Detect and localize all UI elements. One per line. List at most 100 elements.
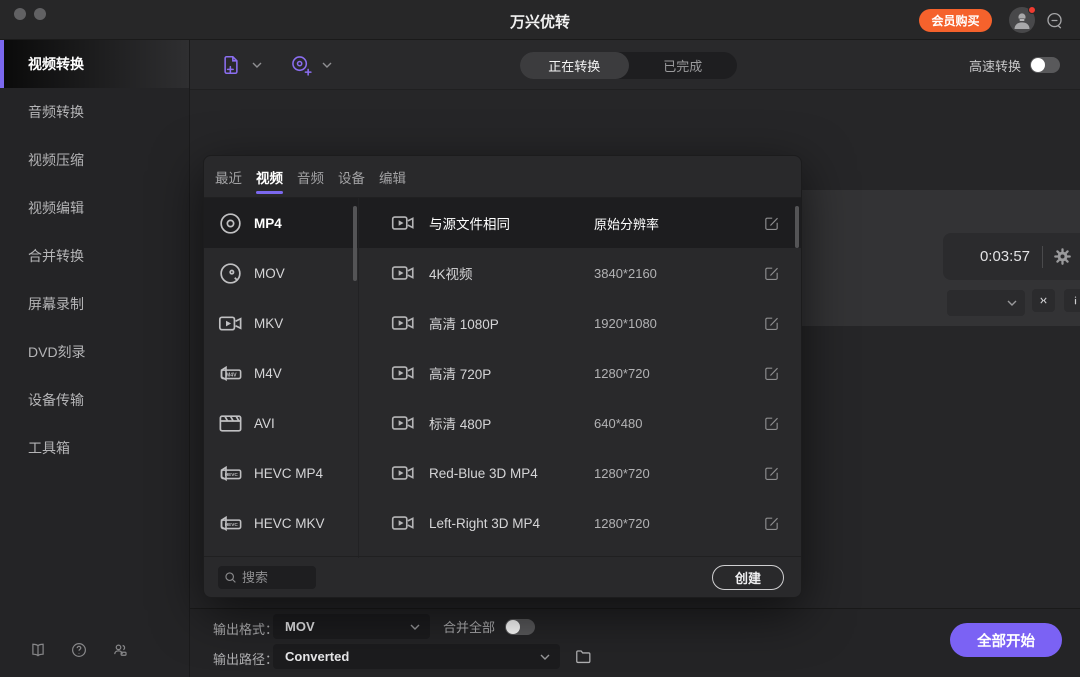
preset-item[interactable]: Red-Blue 3D MP4 1280*720	[359, 448, 801, 498]
preset-list-scrollbar[interactable]	[795, 206, 799, 248]
popup-tabs: 最近 视频 音频 设备 编辑	[204, 156, 801, 198]
edit-icon[interactable]	[763, 415, 780, 432]
community-icon[interactable]	[111, 641, 129, 659]
account-avatar[interactable]	[1009, 6, 1036, 33]
help-icon[interactable]	[70, 641, 88, 659]
format-label: HEVC MKV	[254, 515, 325, 531]
popup-tab-audio[interactable]: 音频	[297, 155, 324, 199]
add-disc-dropdown-chevron-icon[interactable]	[322, 62, 332, 68]
output-format-select[interactable]: MOV	[273, 614, 430, 639]
svg-text:HEVC: HEVC	[225, 472, 239, 478]
sidebar-item-dvd-burn[interactable]: DVD刻录	[0, 328, 189, 376]
open-folder-icon[interactable]	[574, 647, 593, 666]
format-item-mkv[interactable]: MKV	[204, 298, 358, 348]
add-disc-icon[interactable]	[290, 54, 312, 76]
format-item-mov[interactable]: MOV	[204, 248, 358, 298]
sidebar-item-video-edit[interactable]: 视频编辑	[0, 184, 189, 232]
edit-icon[interactable]	[763, 365, 780, 382]
format-label: MKV	[254, 315, 284, 331]
hevc-badge-icon: HEVC	[217, 510, 244, 537]
format-label: AVI	[254, 415, 275, 431]
target-format-dropdown[interactable]	[947, 290, 1025, 316]
format-label: M4V	[254, 365, 282, 381]
search-icon	[225, 572, 236, 583]
sidebar-footer	[0, 641, 190, 659]
edit-icon[interactable]	[763, 515, 780, 532]
popup-tab-video[interactable]: 视频	[256, 155, 283, 199]
guide-book-icon[interactable]	[29, 641, 47, 659]
preset-item[interactable]: 高清 1080P 1920*1080	[359, 298, 801, 348]
format-item-mp4[interactable]: MP4	[204, 198, 358, 248]
toggle-knob	[506, 619, 521, 634]
sidebar-item-label: 音频转换	[28, 104, 84, 120]
merge-all-toggle[interactable]	[505, 618, 536, 635]
format-item-hevc-mp4[interactable]: HEVC HEVC MP4	[204, 448, 358, 498]
membership-buy-button[interactable]: 会员购买	[919, 9, 992, 32]
preset-name: 标清 480P	[429, 417, 492, 432]
edit-icon[interactable]	[763, 465, 780, 482]
tab-converting[interactable]: 正在转换	[520, 52, 629, 79]
preset-name: 高清 720P	[429, 367, 492, 382]
preset-item[interactable]: 高清 720P 1280*720	[359, 348, 801, 398]
output-path-value: Converted	[285, 649, 350, 664]
sidebar-item-label: 设备传输	[28, 392, 84, 408]
hevc-badge-icon: HEVC	[217, 460, 244, 487]
message-icon[interactable]	[1045, 11, 1064, 30]
trim-button[interactable]	[1032, 289, 1055, 312]
highspeed-toggle[interactable]	[1030, 57, 1060, 73]
sidebar-item-video-compress[interactable]: 视频压缩	[0, 136, 189, 184]
preset-resolution: 1280*720	[594, 515, 650, 531]
sidebar-item-video-convert[interactable]: 视频转换	[0, 40, 189, 88]
info-button[interactable]	[1064, 289, 1080, 312]
video-camera-icon	[390, 360, 416, 386]
disc-dot-icon	[217, 260, 244, 287]
popup-tab-recent[interactable]: 最近	[215, 155, 242, 199]
preset-item[interactable]: 标清 480P 640*480	[359, 398, 801, 448]
sidebar-item-screen-record[interactable]: 屏幕录制	[0, 280, 189, 328]
output-path-select[interactable]: Converted	[273, 644, 560, 669]
sidebar-item-merge-convert[interactable]: 合并转换	[0, 232, 189, 280]
toggle-knob	[1031, 58, 1045, 72]
video-camera-icon	[390, 310, 416, 336]
preset-resolution: 1280*720	[594, 365, 650, 381]
bottom-bar: 输出格式： MOV 合并全部 输出路径： Converted 全部开始	[190, 608, 1080, 677]
preset-item[interactable]: Left-Right 3D MP4 1280*720	[359, 498, 801, 548]
format-item-hevc-mkv[interactable]: HEVC HEVC MKV	[204, 498, 358, 548]
highspeed-label: 高速转换	[968, 58, 1021, 74]
sidebar-item-audio-convert[interactable]: 音频转换	[0, 88, 189, 136]
preset-resolution: 原始分辨率	[594, 216, 660, 232]
sidebar-item-label: 合并转换	[28, 248, 84, 264]
format-label: HEVC MP4	[254, 465, 324, 481]
chevron-down-icon	[1007, 300, 1017, 306]
start-all-button[interactable]: 全部开始	[950, 623, 1062, 657]
chevron-down-icon	[540, 654, 550, 660]
video-camera-icon	[390, 260, 416, 286]
format-item-m4v[interactable]: M4V M4V	[204, 348, 358, 398]
sidebar-item-toolbox[interactable]: 工具箱	[0, 424, 189, 472]
popup-tab-edit[interactable]: 编辑	[379, 155, 406, 199]
popup-tab-device[interactable]: 设备	[338, 155, 365, 199]
add-file-icon[interactable]	[220, 54, 242, 76]
search-box	[218, 566, 316, 589]
search-input[interactable]	[242, 570, 312, 585]
chevron-down-icon	[410, 624, 420, 630]
notification-dot	[1028, 6, 1036, 14]
preset-resolution: 640*480	[594, 415, 643, 431]
format-list-scrollbar[interactable]	[353, 206, 357, 281]
format-picker-popup: 最近 视频 音频 设备 编辑 MP4 MOV MKV M4V M4V AVI H…	[203, 155, 802, 598]
preset-item[interactable]: 与源文件相同 原始分辨率	[359, 198, 801, 248]
create-button[interactable]: 创建	[712, 565, 784, 590]
edit-icon[interactable]	[763, 265, 780, 282]
preset-name: 与源文件相同	[429, 217, 510, 232]
video-camera-icon	[390, 410, 416, 436]
sidebar-item-device-transfer[interactable]: 设备传输	[0, 376, 189, 424]
format-item-avi[interactable]: AVI	[204, 398, 358, 448]
preset-resolution: 1920*1080	[594, 315, 657, 331]
sidebar-item-label: 工具箱	[28, 440, 70, 456]
tab-finished[interactable]: 已完成	[629, 52, 738, 79]
gear-icon[interactable]	[1052, 246, 1073, 267]
add-file-dropdown-chevron-icon[interactable]	[252, 62, 262, 68]
edit-icon[interactable]	[763, 215, 780, 232]
preset-item[interactable]: 4K视频 3840*2160	[359, 248, 801, 298]
edit-icon[interactable]	[763, 315, 780, 332]
